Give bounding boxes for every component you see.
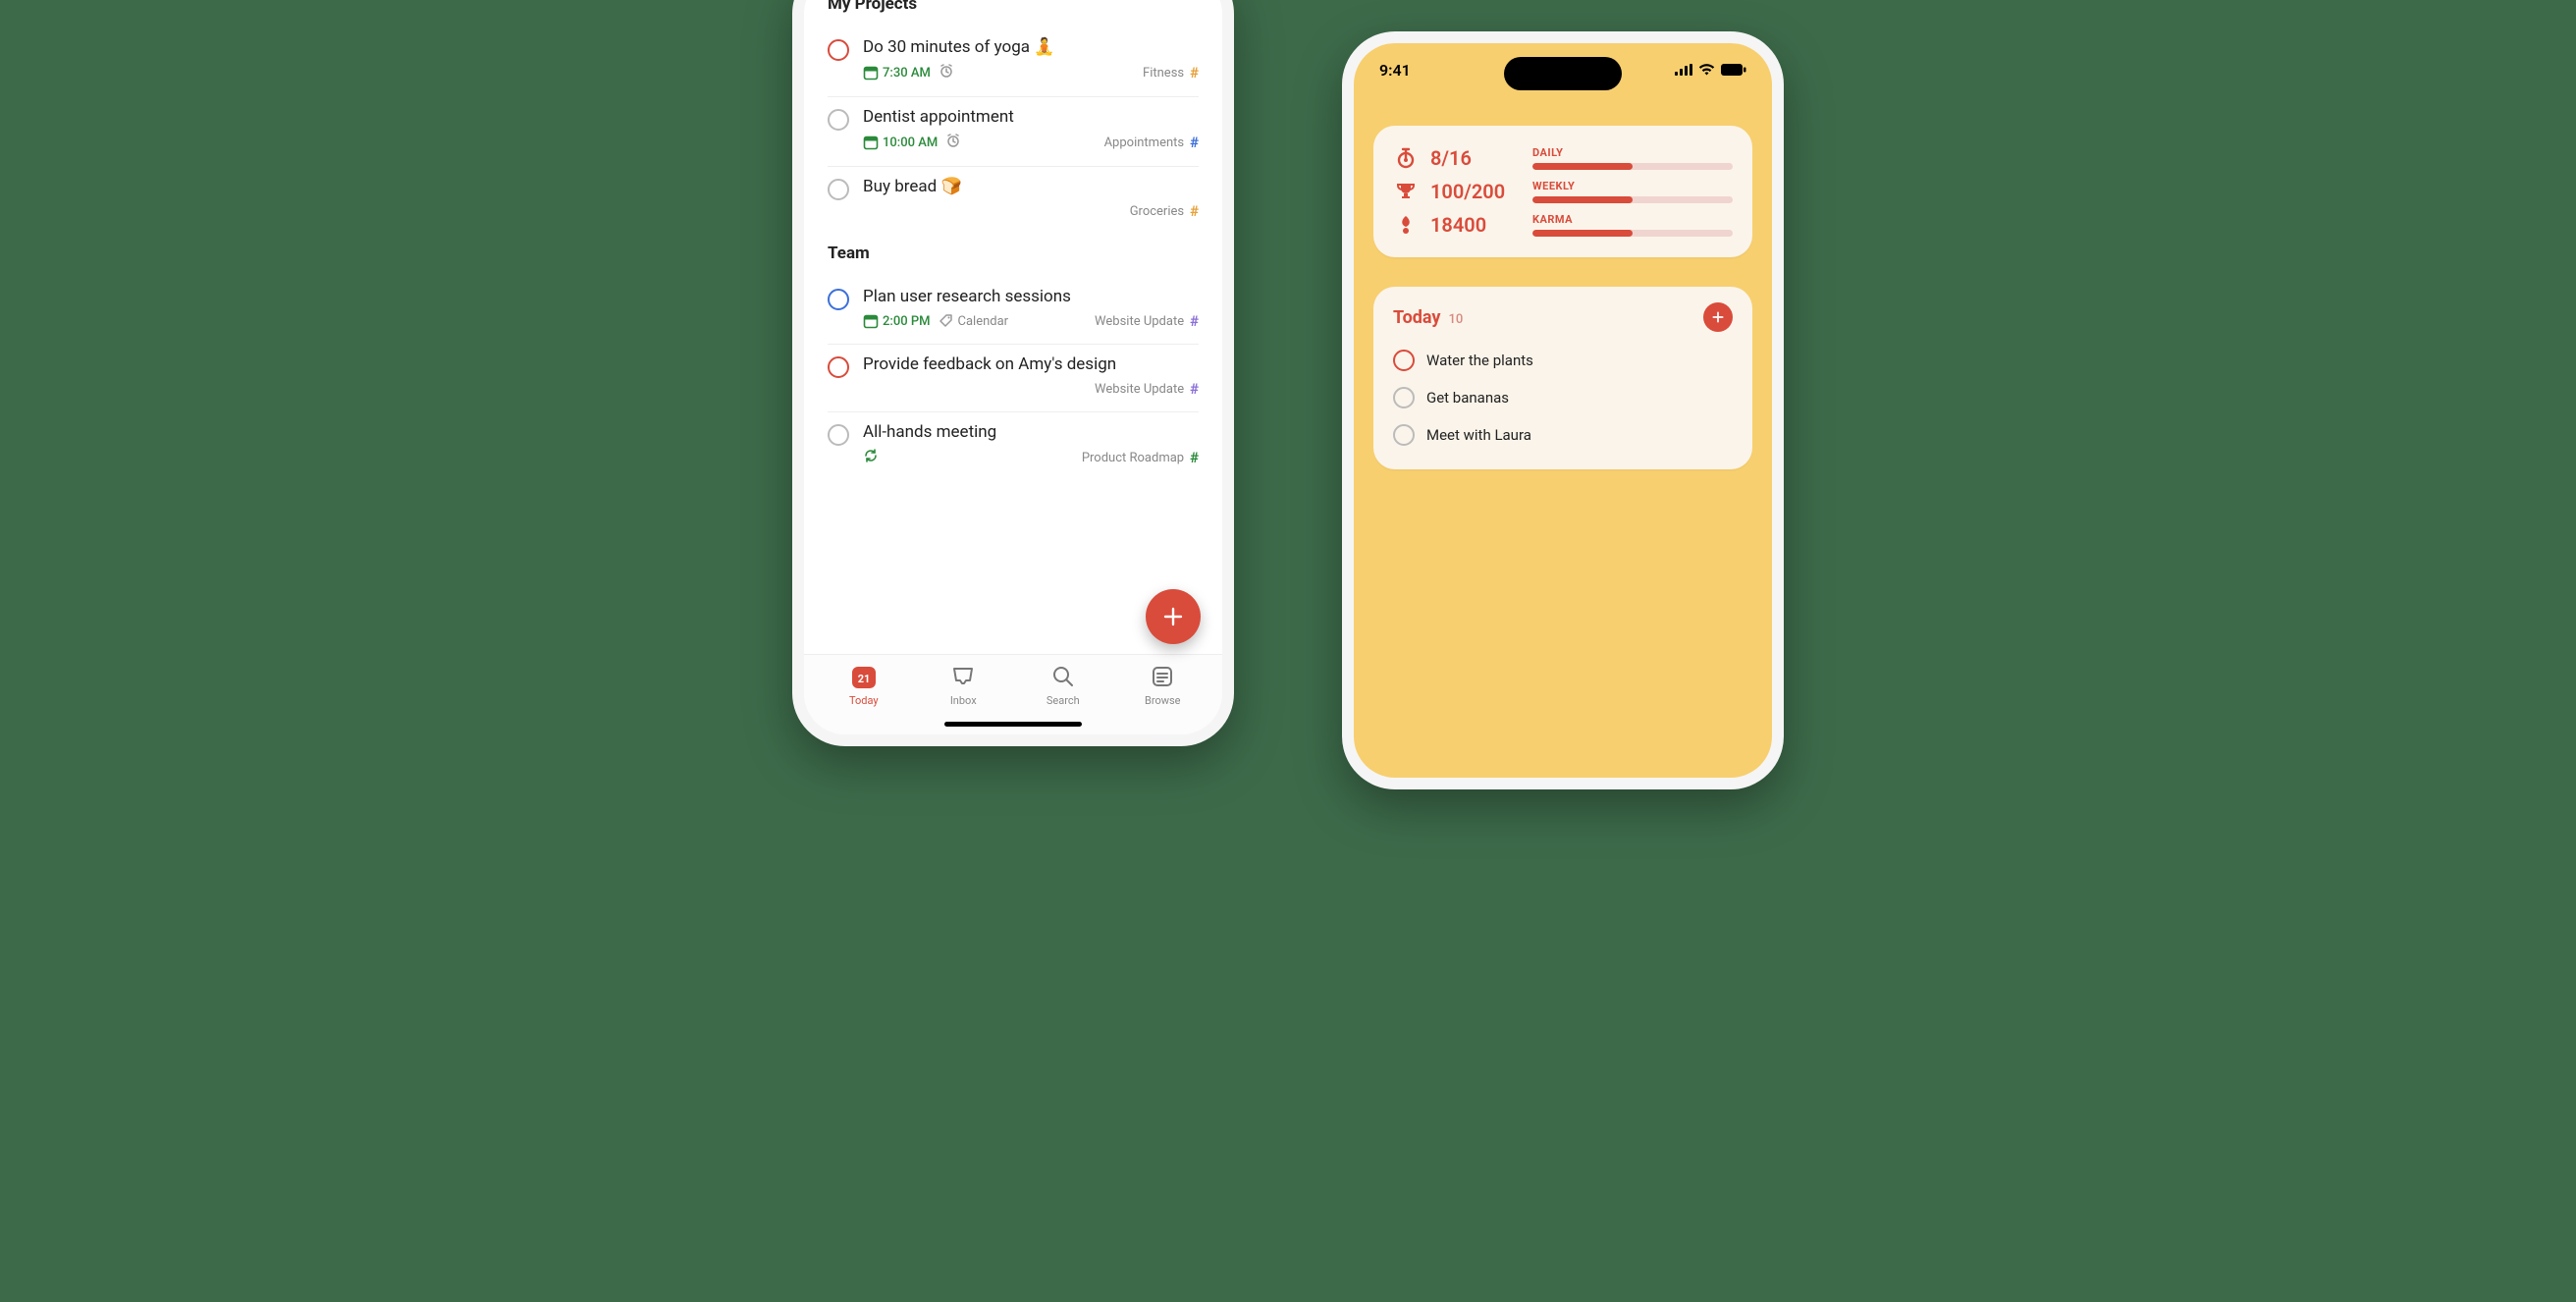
today-widget[interactable]: Today 10 Water the plants Get bananas Meet… [1373, 287, 1752, 469]
task-title: Water the plants [1426, 352, 1533, 369]
phone-left: My Projects Do 30 minutes of yoga 🧘 7:30 A… [792, 0, 1234, 746]
battery-icon [1721, 64, 1746, 76]
task-meta: 2:00 PM Calendar [863, 313, 1008, 329]
goal-value: 18400 [1430, 213, 1521, 237]
goal-row-karma: 18400 KARMA [1393, 208, 1733, 242]
task-list-scroll[interactable]: My Projects Do 30 minutes of yoga 🧘 7:30 A… [804, 0, 1222, 654]
tab-label: Browse [1145, 694, 1181, 707]
hash-icon: # [1190, 202, 1199, 220]
widget-add-button[interactable] [1703, 302, 1733, 332]
hash-icon: # [1190, 380, 1199, 398]
task-meta [863, 448, 879, 467]
task-title: All-hands meeting [863, 422, 1199, 442]
goal-label: DAILY [1532, 146, 1733, 159]
wifi-icon [1698, 64, 1715, 76]
inbox-icon [949, 663, 977, 690]
task-checkbox[interactable] [828, 356, 849, 378]
search-icon [1049, 663, 1077, 690]
status-right [1675, 64, 1746, 76]
task-title: Do 30 minutes of yoga 🧘 [863, 37, 1199, 57]
task-project[interactable]: Website Update # [1095, 380, 1199, 398]
phone-right: 9:41 8/16 DAILY 100/200 WEEKLY 18400 KARMA To… [1342, 31, 1784, 789]
goal-row-daily: 8/16 DAILY [1393, 141, 1733, 175]
signal-icon [1675, 64, 1692, 76]
task-label: Calendar [939, 313, 1009, 329]
goal-value: 100/200 [1430, 180, 1521, 203]
karma-icon [1393, 212, 1419, 238]
task-project[interactable]: Appointments # [1104, 134, 1199, 151]
task-checkbox[interactable] [1393, 424, 1415, 446]
goal-progress-bar [1532, 196, 1733, 203]
task-title: Meet with Laura [1426, 426, 1531, 444]
alarm-icon [945, 133, 961, 152]
widget-task-row[interactable]: Water the plants [1393, 342, 1733, 379]
home-indicator [944, 722, 1082, 727]
task-checkbox[interactable] [828, 179, 849, 200]
hash-icon: # [1190, 312, 1199, 330]
tab-today[interactable]: 21 Today [814, 663, 914, 734]
tab-browse[interactable]: Browse [1113, 663, 1213, 734]
repeat-icon [863, 448, 879, 467]
tab-label: Today [849, 694, 879, 707]
tab-label: Search [1046, 694, 1080, 707]
browse-icon [1149, 663, 1176, 690]
add-task-fab[interactable] [1146, 589, 1201, 644]
trophy-icon [1393, 179, 1419, 204]
task-row[interactable]: All-hands meeting Product Roadmap # [828, 412, 1199, 481]
todoist-app: My Projects Do 30 minutes of yoga 🧘 7:30 A… [804, 0, 1222, 734]
task-meta: 7:30 AM [863, 63, 954, 82]
task-title: Dentist appointment [863, 107, 1199, 127]
task-time: 7:30 AM [883, 66, 931, 81]
goal-label: KARMA [1532, 213, 1733, 226]
task-title: Plan user research sessions [863, 287, 1199, 306]
alarm-icon [939, 63, 954, 82]
task-row[interactable]: Dentist appointment 10:00 AM Appointments … [828, 97, 1199, 167]
section-title: Team [828, 244, 1199, 263]
task-title: Get bananas [1426, 389, 1509, 407]
task-project[interactable]: Product Roadmap # [1082, 449, 1199, 466]
plus-icon [1161, 605, 1185, 628]
goal-label: WEEKLY [1532, 180, 1733, 192]
section-title: My Projects [828, 0, 1199, 14]
svg-text:21: 21 [857, 673, 870, 685]
widget-task-row[interactable]: Get bananas [1393, 379, 1733, 416]
productivity-widget[interactable]: 8/16 DAILY 100/200 WEEKLY 18400 KARMA [1373, 126, 1752, 257]
task-title: Provide feedback on Amy's design [863, 354, 1199, 374]
stopwatch-icon [1393, 145, 1419, 171]
hash-icon: # [1190, 449, 1199, 466]
today-widget-title: Today 10 [1393, 307, 1463, 328]
goal-progress-bar [1532, 230, 1733, 237]
goal-progress-bar [1532, 163, 1733, 170]
today-count: 10 [1449, 312, 1464, 327]
task-project[interactable]: Groceries # [1130, 202, 1199, 220]
task-time: 2:00 PM [883, 314, 931, 329]
task-row[interactable]: Plan user research sessions 2:00 PM Calend… [828, 277, 1199, 345]
tab-label: Inbox [950, 694, 977, 707]
task-row[interactable]: Provide feedback on Amy's design Website … [828, 345, 1199, 412]
goal-value: 8/16 [1430, 146, 1521, 170]
task-row[interactable]: Buy bread 🍞 Groceries # [828, 167, 1199, 234]
task-project[interactable]: Website Update # [1095, 312, 1199, 330]
hash-icon: # [1190, 64, 1199, 81]
task-checkbox[interactable] [828, 39, 849, 61]
calendar-icon: 21 [850, 663, 878, 690]
task-checkbox[interactable] [828, 109, 849, 131]
hash-icon: # [1190, 134, 1199, 151]
task-title: Buy bread 🍞 [863, 177, 1199, 196]
task-project[interactable]: Fitness # [1143, 64, 1199, 81]
widget-task-row[interactable]: Meet with Laura [1393, 416, 1733, 454]
task-checkbox[interactable] [828, 289, 849, 310]
status-time: 9:41 [1379, 61, 1411, 80]
task-meta: 10:00 AM [863, 133, 961, 152]
task-checkbox[interactable] [828, 424, 849, 446]
task-checkbox[interactable] [1393, 350, 1415, 371]
task-checkbox[interactable] [1393, 387, 1415, 408]
dynamic-island [1504, 57, 1622, 90]
goal-row-weekly: 100/200 WEEKLY [1393, 175, 1733, 208]
task-row[interactable]: Do 30 minutes of yoga 🧘 7:30 AM Fitness # [828, 27, 1199, 97]
task-time: 10:00 AM [883, 136, 938, 150]
plus-icon [1710, 309, 1726, 325]
